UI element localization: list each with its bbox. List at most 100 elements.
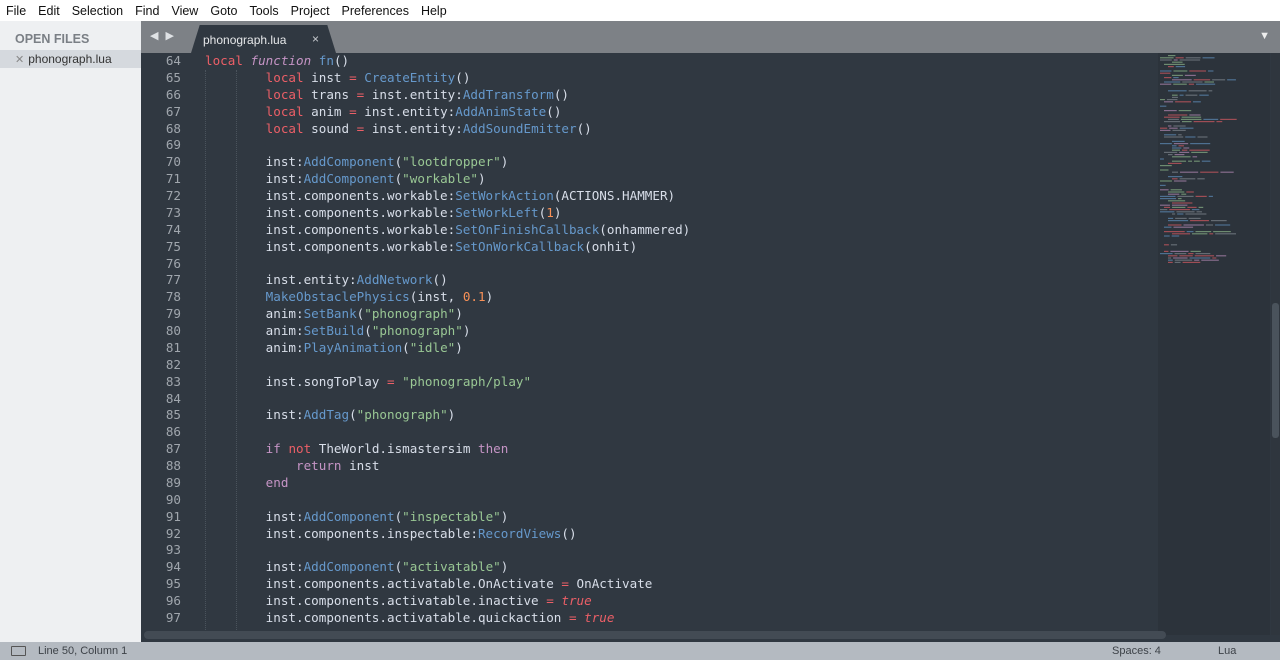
token-fn: AddTransform xyxy=(462,86,554,102)
code-line[interactable]: 88 return inst xyxy=(141,458,1156,475)
code-line[interactable]: 68 local sound = inst.entity:AddSoundEmi… xyxy=(141,121,1156,138)
minimap-mark xyxy=(1170,244,1178,246)
sidebar-file-item[interactable]: ✕ phonograph.lua xyxy=(0,50,141,68)
code-line[interactable]: 65 local inst = CreateEntity() xyxy=(141,70,1156,87)
minimap-mark xyxy=(1168,118,1179,120)
code-line[interactable]: 75 inst.components.workable:SetOnWorkCal… xyxy=(141,239,1156,256)
minimap-mark xyxy=(1197,136,1208,138)
scrollbar-thumb[interactable] xyxy=(1272,303,1279,438)
minimap-mark xyxy=(1160,129,1171,131)
code-line[interactable]: 84 xyxy=(141,391,1156,408)
code-line[interactable]: 67 local anim = inst.entity:AddAnimState… xyxy=(141,104,1156,121)
code-line[interactable]: 80 anim:SetBuild("phonograph") xyxy=(141,323,1156,340)
code-line[interactable]: 92 inst.components.inspectable:RecordVie… xyxy=(141,526,1156,543)
tab-dropdown-icon[interactable]: ▼ xyxy=(1259,30,1270,42)
minimap-mark xyxy=(1179,94,1184,96)
code-area[interactable]: 64 local function fn() 65 local inst = Cre… xyxy=(141,53,1156,630)
code-line[interactable]: 70 inst:AddComponent("lootdropper") xyxy=(141,154,1156,171)
code-line[interactable]: 81 anim:PlayAnimation("idle") xyxy=(141,340,1156,357)
token-pun: ) xyxy=(447,407,456,423)
code-line[interactable]: 64 local function fn() xyxy=(141,53,1156,70)
menu-preferences[interactable]: Preferences xyxy=(342,4,409,18)
menu-goto[interactable]: Goto xyxy=(210,4,237,18)
code-line[interactable]: 93 xyxy=(141,542,1156,559)
minimap-mark xyxy=(1188,83,1195,85)
close-icon[interactable]: ✕ xyxy=(15,53,24,66)
syntax-selector[interactable]: Lua xyxy=(1218,645,1236,657)
menu-file[interactable]: File xyxy=(6,4,26,18)
minimap-mark xyxy=(1160,143,1172,145)
cursor-position[interactable]: Line 50, Column 1 xyxy=(38,645,127,657)
menu-tools[interactable]: Tools xyxy=(249,4,278,18)
vertical-scrollbar[interactable] xyxy=(1271,53,1280,635)
token-pun: ( xyxy=(349,407,357,423)
token-plain: inst.components.workable: xyxy=(205,204,456,220)
menu-find[interactable]: Find xyxy=(135,4,159,18)
minimap-mark xyxy=(1215,233,1237,235)
panel-toggle-icon[interactable] xyxy=(11,646,26,656)
indentation-setting[interactable]: Spaces: 4 xyxy=(1112,645,1161,657)
tab-close-icon[interactable]: × xyxy=(312,32,319,46)
code-line[interactable]: 86 xyxy=(141,424,1156,441)
code-line[interactable]: 76 xyxy=(141,256,1156,273)
code-line[interactable]: 69 xyxy=(141,137,1156,154)
line-number: 76 xyxy=(165,255,181,271)
code-line[interactable]: 72 inst.components.workable:SetWorkActio… xyxy=(141,188,1156,205)
token-kw: local xyxy=(265,86,304,102)
minimap-mark xyxy=(1160,99,1165,101)
code-line[interactable]: 96 inst.components.activatable.inactive … xyxy=(141,593,1156,610)
minimap-mark xyxy=(1199,94,1209,96)
minimap-mark xyxy=(1160,211,1175,213)
minimap-mark xyxy=(1168,217,1174,219)
token-fn: MakeObstaclePhysics xyxy=(265,289,410,305)
minimap-mark xyxy=(1160,127,1168,129)
code-line[interactable]: 71 inst:AddComponent("workable") xyxy=(141,171,1156,188)
token-pun: (onhit) xyxy=(584,238,638,254)
code-line[interactable]: 89 end xyxy=(141,475,1156,492)
token-pun: () xyxy=(455,69,471,85)
code-line[interactable]: 94 inst:AddComponent("activatable") xyxy=(141,559,1156,576)
code-line[interactable]: 78 MakeObstaclePhysics(inst, 0.1) xyxy=(141,289,1156,306)
minimap-mark xyxy=(1208,195,1213,197)
minimap-mark xyxy=(1164,101,1174,103)
code-line[interactable]: 97 inst.components.activatable.quickacti… xyxy=(141,610,1156,627)
token-plain: anim: xyxy=(205,306,304,322)
code-line[interactable]: 87 if not TheWorld.ismastersim then xyxy=(141,441,1156,458)
code-line[interactable]: 83 inst.songToPlay = "phonograph/play" xyxy=(141,374,1156,391)
tab-phonograph[interactable]: phonograph.lua × xyxy=(191,25,336,53)
code-line[interactable]: 91 inst:AddComponent("inspectable") xyxy=(141,509,1156,526)
code-editor[interactable]: 64 local function fn() 65 local inst = Cre… xyxy=(141,53,1280,642)
code-line[interactable]: 85 inst:AddTag("phonograph") xyxy=(141,407,1156,424)
token-str: "phonograph" xyxy=(364,306,456,322)
menu-edit[interactable]: Edit xyxy=(38,4,60,18)
code-line[interactable]: 82 xyxy=(141,357,1156,374)
minimap-mark xyxy=(1192,233,1208,235)
minimap[interactable] xyxy=(1158,53,1270,635)
token-str: "workable" xyxy=(402,171,478,187)
code-line[interactable]: 95 inst.components.activatable.OnActivat… xyxy=(141,576,1156,593)
minimap-mark xyxy=(1170,189,1182,191)
code-line[interactable]: 66 local trans = inst.entity:AddTransfor… xyxy=(141,87,1156,104)
menu-selection[interactable]: Selection xyxy=(72,4,123,18)
code-line[interactable]: 79 anim:SetBank("phonograph") xyxy=(141,306,1156,323)
token-kw: local xyxy=(265,103,304,119)
code-line[interactable]: 74 inst.components.workable:SetOnFinishC… xyxy=(141,222,1156,239)
code-line[interactable]: 77 inst.entity:AddNetwork() xyxy=(141,272,1156,289)
token-fn: AddComponent xyxy=(303,508,395,524)
minimap-mark xyxy=(1172,160,1187,162)
minimap-mark xyxy=(1210,220,1227,222)
menu-help[interactable]: Help xyxy=(421,4,447,18)
code-line[interactable]: 73 inst.components.workable:SetWorkLeft(… xyxy=(141,205,1156,222)
line-number: 69 xyxy=(165,137,181,153)
minimap-mark xyxy=(1168,55,1176,57)
minimap-mark xyxy=(1172,171,1179,173)
horizontal-scrollbar[interactable] xyxy=(144,631,1166,639)
menu-project[interactable]: Project xyxy=(291,4,330,18)
code-line[interactable]: 90 xyxy=(141,492,1156,509)
minimap-mark xyxy=(1212,257,1217,259)
menu-view[interactable]: View xyxy=(171,4,198,18)
tab-nav-arrows-icon[interactable]: ◀ ▶ xyxy=(150,29,176,42)
minimap-mark xyxy=(1185,57,1201,59)
